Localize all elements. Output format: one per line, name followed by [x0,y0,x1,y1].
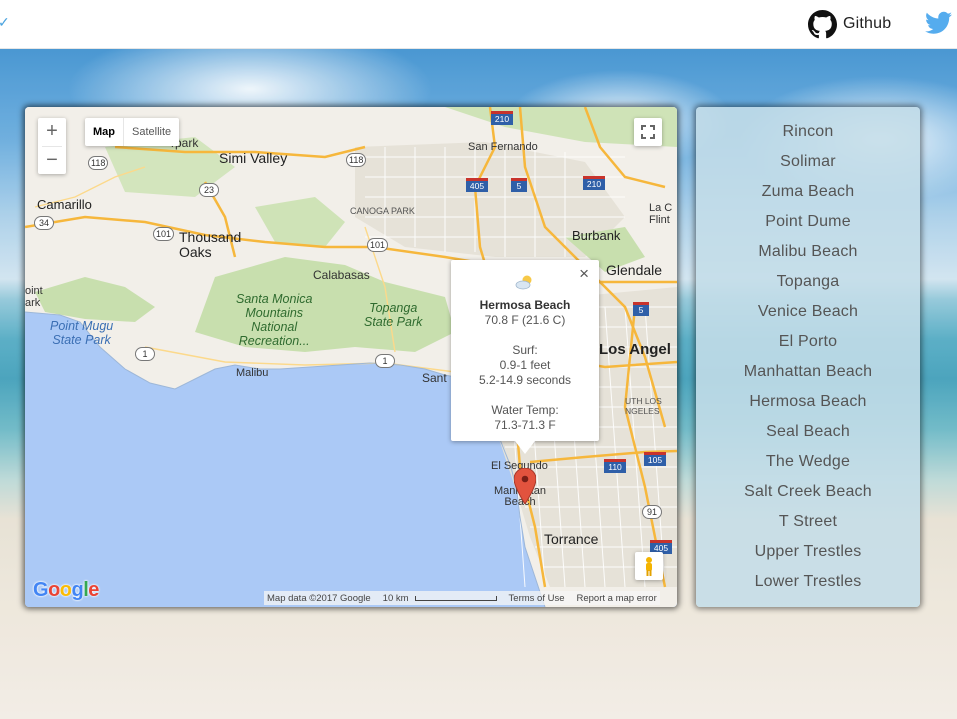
interstate-105-shield: 105 [644,452,666,466]
beach-item-solimar[interactable]: Solimar [696,147,920,177]
interstate-5-shield: 5 [633,302,649,316]
label-glendale: Glendale [606,262,663,278]
interstate-5-shield: 5 [511,178,527,192]
beach-item-zuma-beach[interactable]: Zuma Beach [696,177,920,207]
route-91-shield: 91 [642,505,662,519]
beach-item-salt-creek-beach[interactable]: Salt Creek Beach [696,477,920,507]
pegman-icon [646,557,652,576]
twitter-icon[interactable] [925,11,952,35]
partly-cloudy-icon [515,275,532,290]
label-topanga-state-park: Topanga State Park [364,301,423,329]
beach-item-t-street[interactable]: T Street [696,507,920,537]
label-santa-monica: Sant [422,371,447,385]
label-torrance: Torrance [544,531,599,547]
map-panel[interactable]: Simi Valley rpark San Fernando Camarillo… [25,107,677,607]
label-malibu: Malibu [236,367,269,379]
map-type-satellite-button[interactable]: Satellite [124,118,179,146]
interstate-210-shield: 210 [583,176,605,190]
label-santa-monica-mountains: Santa Monica Mountains National Recreati… [236,292,313,348]
fullscreen-icon [641,125,655,139]
terms-link[interactable]: Terms of Use [509,593,565,604]
zoom-out-button[interactable]: − [38,147,66,175]
route-34-shield: 34 [34,216,54,230]
top-bar: ✓ Github [0,0,957,49]
label-point-edge: oint ark [25,285,43,309]
beach-list: Rincon Solimar Zuma Beach Point Dume Mal… [696,107,920,597]
route-101-shield: 101 [367,238,389,252]
fullscreen-button[interactable] [634,118,662,146]
map-type-map-button[interactable]: Map [85,118,124,146]
beach-item-manhattan-beach[interactable]: Manhattan Beach [696,357,920,387]
beach-item-rincon[interactable]: Rincon [696,117,920,147]
interstate-110-shield: 110 [604,459,626,473]
route-1-shield: 1 [375,354,395,368]
beach-list-panel: Rincon Solimar Zuma Beach Point Dume Mal… [696,107,920,607]
check-icon[interactable]: ✓ [0,14,10,31]
route-118-shield: 118 [88,156,109,170]
beach-item-lower-trestles[interactable]: Lower Trestles [696,567,920,597]
route-101-shield: 101 [153,227,175,241]
google-logo[interactable]: Google [33,579,99,602]
info-water-label: Water Temp: [491,403,559,417]
info-surf-height: 0.9-1 feet [499,358,551,372]
info-window: × Hermosa Beach 70.8 F (21.6 C) Surf: 0.… [451,260,599,454]
label-san-fernando: San Fernando [468,141,538,153]
label-simi-valley: Simi Valley [219,150,288,166]
label-la-canada: La C Flint [649,202,673,226]
report-error-link[interactable]: Report a map error [577,593,657,604]
map-attribution: Map data ©2017 Google 10 km Terms of Use… [264,591,660,605]
info-air-temp: 70.8 F (21.6 C) [484,313,566,327]
beach-item-venice-beach[interactable]: Venice Beach [696,297,920,327]
scale-bar [414,595,497,601]
label-canoga-park: CANOGA PARK [350,206,415,216]
info-water-temp: 71.3-71.3 F [494,418,556,432]
label-calabasas: Calabasas [313,268,370,282]
interstate-405-shield: 405 [466,178,488,192]
info-beach-name: Hermosa Beach [479,298,571,312]
label-burbank: Burbank [572,228,621,243]
beach-item-hermosa-beach[interactable]: Hermosa Beach [696,387,920,417]
beach-item-topanga[interactable]: Topanga [696,267,920,297]
info-surf-period: 5.2-14.9 seconds [478,373,572,387]
map-data-credit: Map data ©2017 Google [267,592,371,604]
info-surf-label: Surf: [512,343,538,357]
interstate-210-shield: 210 [491,111,513,125]
label-point-mugu: Point Mugu State Park [50,319,114,347]
street-view-button[interactable] [635,552,663,580]
beach-item-seal-beach[interactable]: Seal Beach [696,417,920,447]
map-marker-icon[interactable] [514,468,536,504]
route-118-shield: 118 [346,153,367,167]
zoom-in-button[interactable]: + [38,118,66,146]
label-south-los-angeles: UTH LOS NGELES [625,396,662,416]
map-type-control: Map Satellite [85,118,180,146]
beach-item-el-porto[interactable]: El Porto [696,327,920,357]
github-label: Github [843,15,892,32]
label-camarillo: Camarillo [37,197,92,212]
route-1-shield: 1 [135,347,155,361]
scale-label: 10 km [382,592,409,604]
github-link[interactable]: Github [808,9,891,39]
beach-item-upper-trestles[interactable]: Upper Trestles [696,537,920,567]
label-los-angeles: Los Angel [599,341,671,358]
label-thousand-oaks: Thousand Oaks [179,229,242,260]
beach-item-malibu-beach[interactable]: Malibu Beach [696,237,920,267]
beach-item-point-dume[interactable]: Point Dume [696,207,920,237]
github-icon [808,9,837,38]
beach-item-the-wedge[interactable]: The Wedge [696,447,920,477]
zoom-control: + − [38,118,66,174]
route-23-shield: 23 [199,183,219,197]
close-icon[interactable]: × [579,264,589,284]
